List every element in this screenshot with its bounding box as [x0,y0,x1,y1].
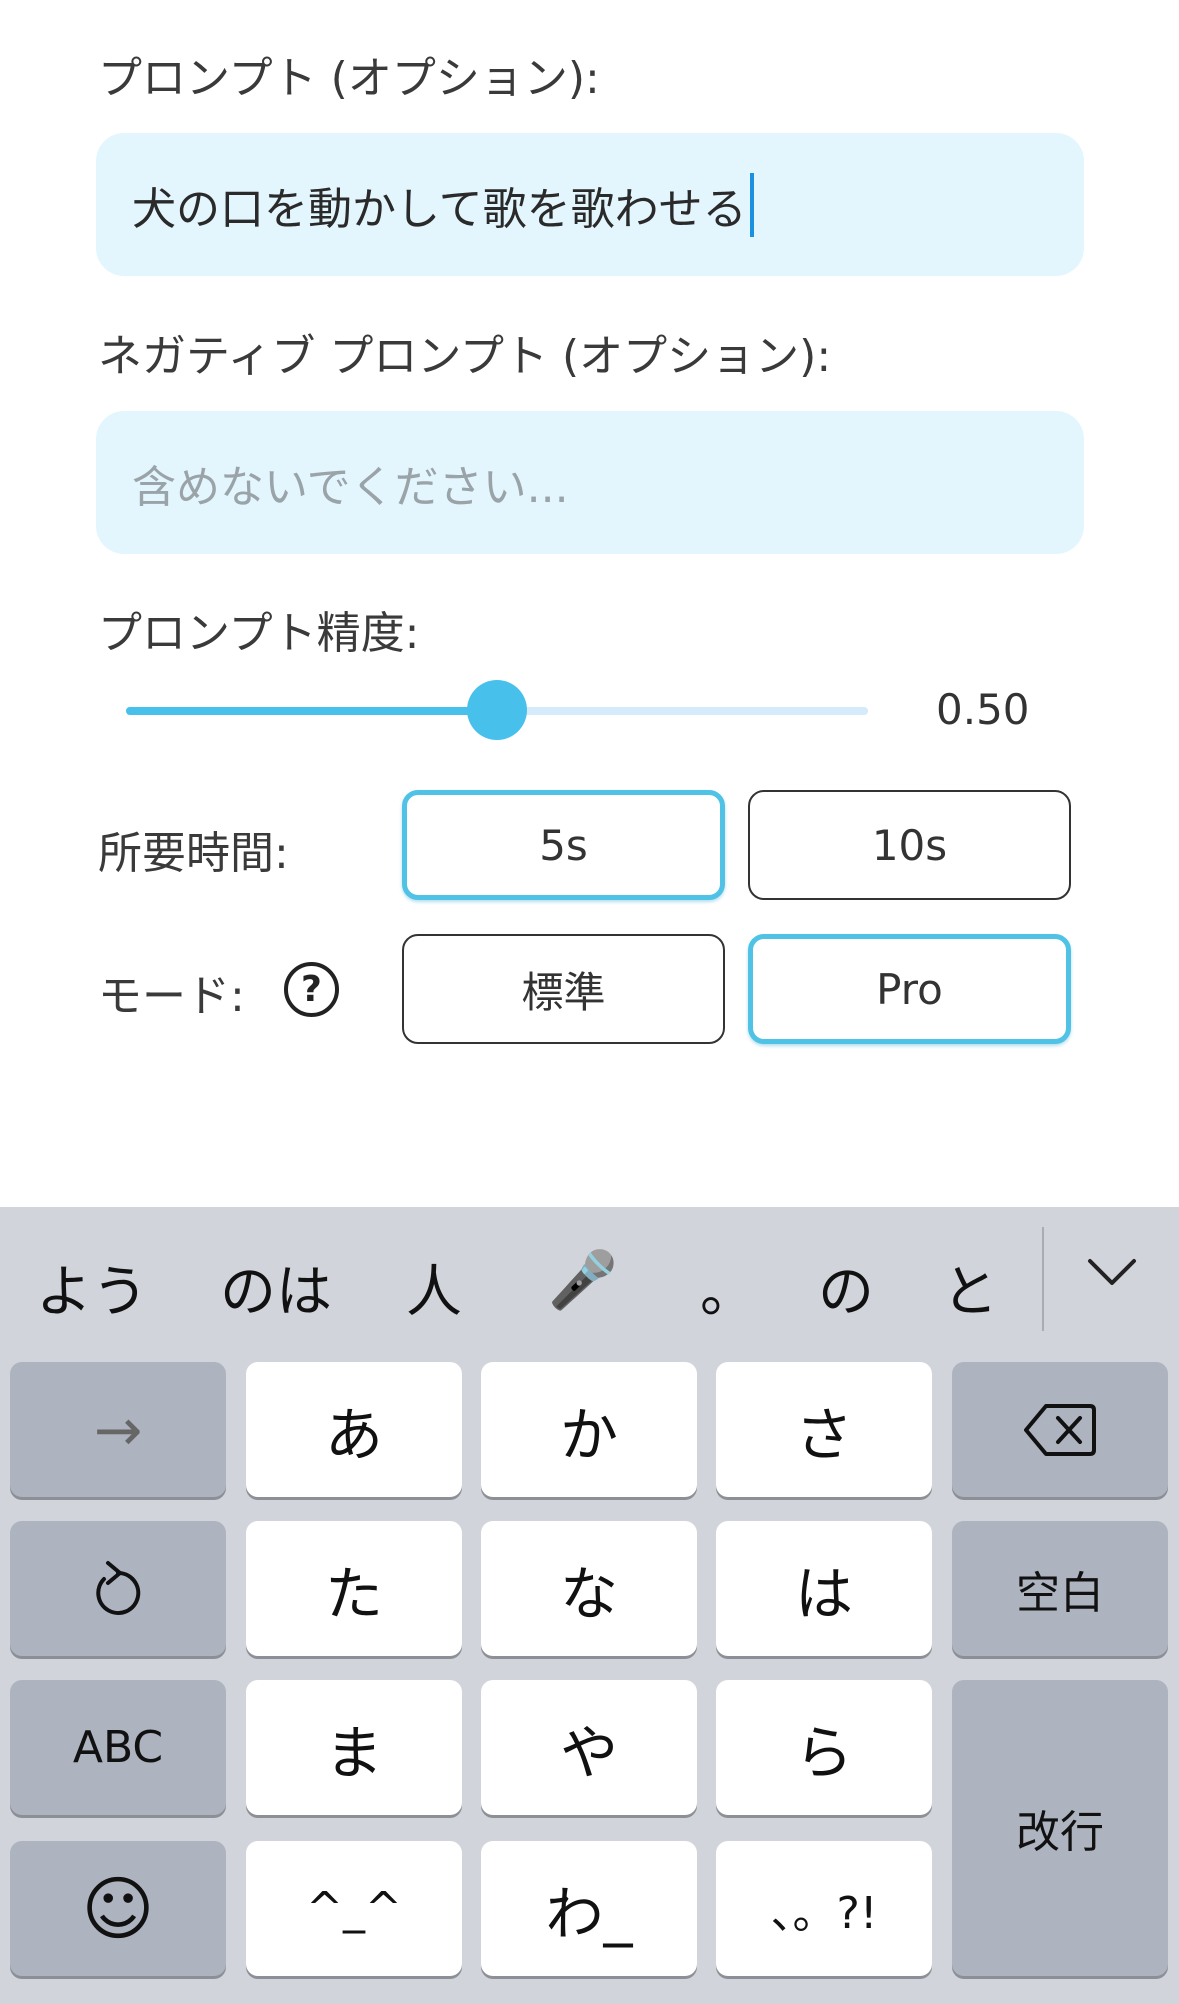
help-icon-glyph: ? [301,969,322,1010]
japanese-keyboard: よう のは 人 🎤 。 の と → あ か さ た な は 空白 ABC ま や… [0,1207,1179,2004]
key-ka[interactable]: か [481,1362,697,1497]
accuracy-slider-fill [126,707,497,715]
backspace-icon [1024,1403,1096,1456]
key-sa[interactable]: さ [716,1362,932,1497]
suggestion-bar: よう のは 人 🎤 。 の と [0,1207,1179,1357]
prompt-input[interactable]: 犬の口を動かして歌を歌わせる [96,133,1084,276]
punctuation-key[interactable]: 、。?! [716,1841,932,1976]
key-ma[interactable]: ま [246,1680,462,1815]
mode-label: モード: [98,971,245,1022]
help-icon[interactable]: ? [284,962,339,1017]
abc-key[interactable]: ABC [10,1680,226,1815]
kaomoji-key[interactable]: ^_^ [246,1841,462,1976]
suggestion-item[interactable]: よう [36,1247,148,1328]
suggestion-item[interactable]: 人 [406,1247,462,1328]
duration-label: 所要時間: [98,828,289,879]
mode-option-pro[interactable]: Pro [748,934,1071,1044]
next-candidate-key[interactable]: → [10,1362,226,1497]
negative-prompt-input[interactable]: 含めないでください... [96,411,1084,554]
duration-option-10s[interactable]: 10s [748,790,1071,900]
prompt-label: プロンプト (オプション): [98,53,600,104]
key-a[interactable]: あ [246,1362,462,1497]
text-caret [749,172,754,237]
undo-key[interactable] [10,1521,226,1656]
mode-option-standard[interactable]: 標準 [402,934,725,1044]
accuracy-value: 0.50 [936,685,1030,734]
suggestion-item[interactable]: のは [220,1247,332,1328]
key-ta[interactable]: た [246,1521,462,1656]
return-key[interactable]: 改行 [952,1680,1168,1976]
emoji-key[interactable]: ☺ [10,1841,226,1976]
backspace-key[interactable] [952,1362,1168,1497]
key-ra[interactable]: ら [716,1680,932,1815]
suggestion-divider [1042,1227,1044,1331]
accuracy-slider-thumb[interactable] [467,680,527,740]
prompt-accuracy-label: プロンプト精度: [98,608,420,659]
microphone-icon[interactable]: 🎤 [548,1247,618,1313]
key-ya[interactable]: や [481,1680,697,1815]
key-na[interactable]: な [481,1521,697,1656]
negative-prompt-label: ネガティブ プロンプト (オプション): [98,331,832,382]
space-key[interactable]: 空白 [952,1521,1168,1656]
suggestion-item[interactable]: の [818,1247,874,1328]
undo-icon [96,1560,141,1615]
prompt-value: 犬の口を動かして歌を歌わせる [132,183,747,235]
negative-prompt-placeholder: 含めないでください... [132,461,569,513]
duration-option-5s[interactable]: 5s [402,790,725,900]
suggestion-item[interactable]: と [942,1247,998,1328]
key-ha[interactable]: は [716,1521,932,1656]
chevron-down-icon[interactable] [1086,1255,1138,1291]
suggestion-item[interactable]: 。 [700,1247,756,1328]
key-wa[interactable]: わ_ [481,1841,697,1976]
